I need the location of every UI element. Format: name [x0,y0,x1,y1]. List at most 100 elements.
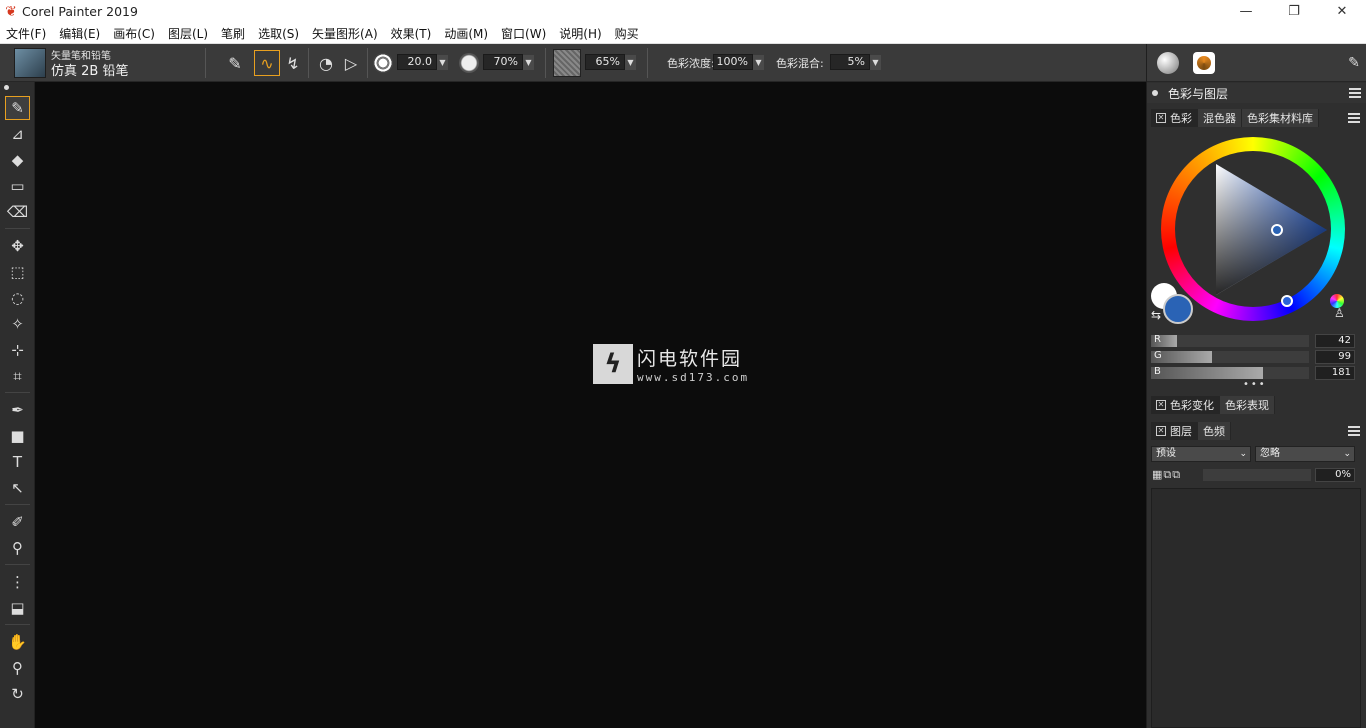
menu-brushes[interactable]: 笔刷 [221,25,245,42]
color-strength-field[interactable]: 100% [713,54,753,70]
grabber-icon[interactable]: ✋ [5,630,30,654]
minimize-button[interactable]: — [1222,0,1270,23]
color-picker-icon[interactable] [1193,52,1215,74]
menu-buy[interactable]: 购买 [615,25,639,42]
pen-icon[interactable]: ✒ [5,398,30,422]
g-value-field[interactable]: 99 [1315,350,1355,364]
brush-selector-icon[interactable] [14,48,46,78]
canvas-area[interactable]: ϟ 闪电软件园 www.sd173.com [36,82,1146,728]
menu-effects[interactable]: 效果(T) [391,25,432,42]
brush-variant[interactable]: 仿真 2B 铅笔 [51,60,128,79]
menu-file[interactable]: 文件(F) [6,25,46,42]
color-mix-dropdown-icon[interactable]: ▼ [870,55,881,70]
menu-canvas[interactable]: 画布(C) [113,25,155,42]
menu-bar: 文件(F) 编辑(E) 画布(C) 图层(L) 笔刷 选取(S) 矢量图形(A)… [0,23,1366,44]
color-mix-field[interactable]: 5% [830,54,870,70]
rect-selection-icon[interactable]: ⬚ [5,260,30,284]
layer-adjuster-icon[interactable]: ✥ [5,234,30,258]
color-wheel[interactable] [1161,137,1345,321]
tab-color-variability[interactable]: ✕ 色彩变化 [1151,396,1220,414]
menu-select[interactable]: 选取(S) [258,25,299,42]
color-variability-icon[interactable] [1157,52,1179,74]
swap-colors-icon[interactable]: ⇆ [1151,308,1161,322]
b-value-field[interactable]: 181 [1315,366,1355,380]
grain-dropdown-icon[interactable]: ▼ [625,55,636,70]
grain-field[interactable]: 65% [585,54,625,70]
eraser-icon[interactable]: ⌫ [5,200,30,224]
close-icon[interactable]: ✕ [1156,400,1166,410]
menu-help[interactable]: 说明(H) [559,25,601,42]
layer-lock-icons[interactable]: ▦⧉⧉ [1152,468,1181,482]
tab-color[interactable]: ✕ 色彩 [1151,109,1198,127]
divider [545,48,546,78]
panel-dot-icon [1152,90,1158,96]
magic-wand-icon[interactable]: ✧ [5,312,30,336]
cloner-icon[interactable]: ✐ [5,510,30,534]
clone-color-icon[interactable]: ♙ [1334,306,1345,320]
size-field[interactable]: 20.0 [397,54,437,70]
paint-bucket-icon[interactable]: ◆ [5,148,30,172]
tab-mixer[interactable]: 混色器 [1198,109,1242,127]
close-button[interactable]: ✕ [1318,0,1366,23]
watermark-title: 闪电软件园 [637,348,743,370]
toolbox-grip-icon[interactable] [4,85,9,90]
mirror-painting-icon[interactable]: ⋮ [5,570,30,594]
dab-preview-icon[interactable]: ▷ [338,50,364,76]
tab-channels[interactable]: 色频 [1198,422,1231,440]
paper-texture-icon[interactable] [553,49,581,77]
menu-edit[interactable]: 编辑(E) [59,25,100,42]
reset-tool-icon[interactable]: ◔ [313,50,339,76]
color-triangle[interactable] [1161,137,1345,321]
rectangle-shape-icon[interactable]: ■ [5,424,30,448]
panel-menu-icon[interactable] [1349,88,1361,98]
straight-line-icon[interactable]: ↯ [280,50,306,76]
opacity-dropdown-icon[interactable]: ▼ [523,55,534,70]
tab-color-sets[interactable]: 色彩集材料库 [1242,109,1319,127]
triangle-handle[interactable] [1271,224,1283,236]
brush-icon[interactable]: ✎ [5,96,30,120]
menu-shapes[interactable]: 矢量图形(A) [312,25,378,42]
shape-selection-icon[interactable]: ↖ [5,476,30,500]
rotate-page-icon[interactable]: ↻ [5,682,30,706]
color-layers-header[interactable]: 色彩与图层 [1147,83,1366,103]
perspective-icon[interactable]: ⬓ [5,596,30,620]
close-icon[interactable]: ✕ [1156,426,1166,436]
menu-movie[interactable]: 动画(M) [444,25,488,42]
composite-depth-select[interactable]: 忽略 ⌄ [1255,446,1355,462]
layer-opacity-slider[interactable] [1203,469,1311,481]
magnifier-icon[interactable]: ⚲ [5,656,30,680]
panel-top-strip: ✎ [1147,44,1366,82]
menu-window[interactable]: 窗口(W) [501,25,546,42]
opacity-field[interactable]: 70% [483,54,523,70]
layer-list[interactable] [1151,488,1361,728]
stroke-type-icon[interactable]: ✎ [222,50,248,76]
r-value-field[interactable]: 42 [1315,334,1355,348]
gradient-icon[interactable]: ▭ [5,174,30,198]
composite-method-select[interactable]: 预设 ⌄ [1151,446,1251,462]
freehand-stroke-icon[interactable]: ∿ [254,50,280,76]
lasso-icon[interactable]: ◌ [5,286,30,310]
close-icon[interactable]: ✕ [1156,113,1166,123]
menu-layers[interactable]: 图层(L) [168,25,208,42]
text-icon[interactable]: T [5,450,30,474]
crop-icon[interactable]: ⌗ [5,364,30,388]
color-panel-menu-icon[interactable] [1348,113,1360,123]
tab-layers[interactable]: ✕ 图层 [1151,422,1198,440]
selection-adjuster-icon[interactable]: ⊹ [5,338,30,362]
hue-ring-handle[interactable] [1281,295,1293,307]
g-slider-row: G 99 [1151,350,1361,364]
color-strength-dropdown-icon[interactable]: ▼ [753,55,764,70]
toolbox: ✎ ⊿ ◆ ▭ ⌫ ✥ ⬚ ◌ ✧ ⊹ ⌗ ✒ ■ T ↖ ✐ ⚲ ⋮ ⬓ ✋ … [0,82,35,728]
layers-panel-menu-icon[interactable] [1348,426,1360,436]
size-dropdown-icon[interactable]: ▼ [437,55,448,70]
divider [5,564,30,565]
restore-button[interactable]: ❐ [1270,0,1318,23]
more-options-icon[interactable]: ••• [1243,379,1267,390]
layer-opacity-field[interactable]: 0% [1315,468,1355,482]
rubber-stamp-icon[interactable]: ⚲ [5,536,30,560]
main-color-swatch[interactable] [1163,294,1193,324]
dropper-icon[interactable]: ⊿ [5,122,30,146]
brush-panel-icon[interactable]: ✎ [1343,52,1365,74]
tab-color-expression[interactable]: 色彩表现 [1220,396,1275,414]
watermark-logo-icon: ϟ [593,344,633,384]
